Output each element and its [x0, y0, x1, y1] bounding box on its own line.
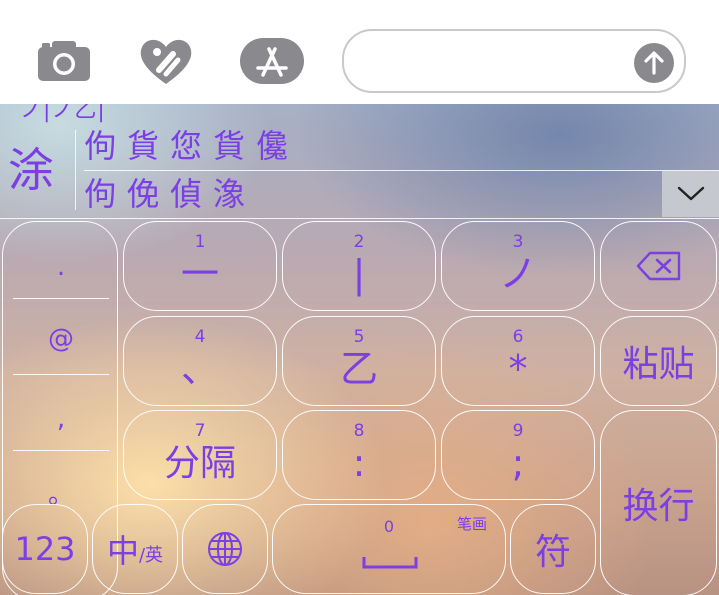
space-bar[interactable]: 0 笔画 — [272, 504, 506, 594]
key-3-stroke: ノ — [498, 252, 537, 296]
punct-comma[interactable]: , — [13, 404, 109, 434]
key-3[interactable]: 3 ノ — [441, 221, 595, 311]
key-1-stroke: 一 — [180, 252, 219, 296]
globe-button[interactable] — [182, 504, 268, 594]
backspace-icon — [636, 251, 680, 281]
key-3-number: 3 — [512, 232, 524, 252]
candidate-row-divider — [84, 170, 719, 171]
punct-at[interactable]: @ — [13, 324, 109, 354]
key-6-stroke: * — [508, 347, 528, 391]
symbols-label: 符 — [534, 532, 571, 573]
delete-button[interactable] — [600, 221, 717, 311]
space-hint: 笔画 — [456, 515, 487, 533]
stroke-preview: ノ|ノ乙| — [20, 104, 106, 123]
key-4-number: 4 — [194, 327, 206, 347]
globe-icon — [208, 532, 242, 566]
key-6-number: 6 — [512, 327, 524, 347]
language-main-label: 中 — [106, 532, 139, 570]
chevron-down-icon — [677, 186, 704, 201]
return-button[interactable]: 换行 — [600, 410, 717, 595]
app-store-icon[interactable] — [239, 37, 305, 85]
candidate-row-1[interactable]: 佝貨您貨儳 — [84, 126, 299, 166]
arrow-up-icon — [644, 51, 664, 75]
message-toolbar — [0, 0, 719, 104]
number-mode-label: 123 — [14, 530, 76, 568]
candidate-main[interactable]: 涂 — [8, 130, 54, 210]
key-8-label: : — [352, 441, 366, 485]
key-5-stroke: 乙 — [339, 347, 378, 391]
key-2-number: 2 — [353, 232, 365, 252]
stroke-keyboard: ノ|ノ乙| 涂 佝貨您貨儳 佝俛偵潒 . @ , 。 1 一 2 | 3 ノ 4… — [0, 104, 719, 595]
punct-separator — [13, 298, 109, 299]
key-7-separator[interactable]: 7 分隔 — [123, 410, 277, 500]
key-7-label: 分隔 — [163, 443, 236, 484]
key-7-number: 7 — [194, 421, 206, 441]
message-input[interactable] — [342, 29, 686, 93]
paste-label: 粘贴 — [622, 344, 695, 385]
paste-button[interactable]: 粘贴 — [600, 316, 717, 406]
key-9[interactable]: 9 ; — [441, 410, 595, 500]
heart-digital-touch-icon[interactable] — [137, 36, 195, 86]
key-2-stroke: | — [352, 252, 366, 296]
space-icon — [362, 557, 418, 569]
candidate-bottom-divider — [0, 218, 719, 219]
key-4[interactable]: 4 、 — [123, 316, 277, 406]
language-switch-button[interactable]: 中/英 — [92, 504, 178, 594]
key-1[interactable]: 1 一 — [123, 221, 277, 311]
key-8[interactable]: 8 : — [282, 410, 436, 500]
candidate-divider — [75, 130, 76, 210]
key-9-number: 9 — [512, 421, 524, 441]
candidate-row-2[interactable]: 佝俛偵潒 — [84, 174, 256, 214]
language-sub-label: /英 — [138, 545, 164, 566]
key-8-number: 8 — [353, 421, 365, 441]
number-mode-button[interactable]: 123 — [2, 504, 88, 594]
punct-separator — [13, 450, 109, 451]
camera-icon[interactable] — [36, 38, 92, 84]
key-4-stroke: 、 — [180, 347, 219, 391]
key-6[interactable]: 6 * — [441, 316, 595, 406]
key-9-label: ; — [511, 441, 525, 485]
symbols-button[interactable]: 符 — [510, 504, 596, 594]
collapse-candidates-button[interactable] — [662, 171, 719, 217]
key-5-number: 5 — [353, 327, 365, 347]
punct-period[interactable]: . — [13, 252, 109, 282]
key-5[interactable]: 5 乙 — [282, 316, 436, 406]
punct-separator — [13, 374, 109, 375]
return-label: 换行 — [622, 486, 695, 527]
key-2[interactable]: 2 | — [282, 221, 436, 311]
key-1-number: 1 — [194, 232, 206, 252]
send-button[interactable] — [634, 43, 674, 83]
